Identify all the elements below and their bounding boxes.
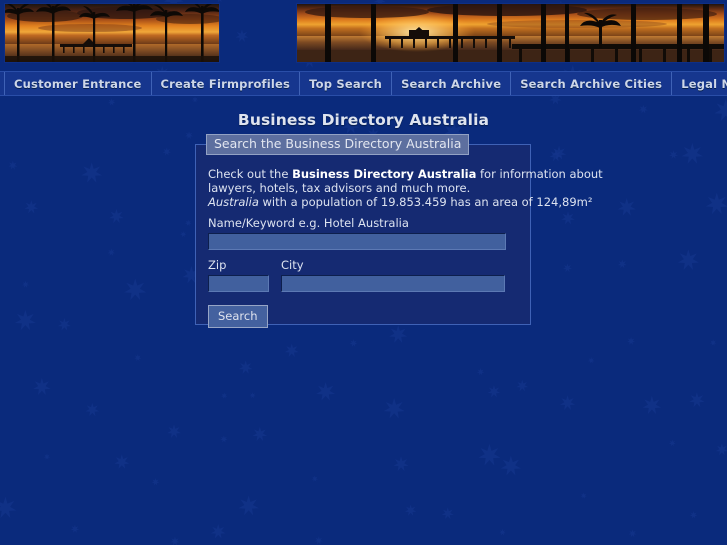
nav-top-search[interactable]: Top Search [300, 72, 393, 95]
intro-country-italic: Australia [208, 195, 259, 209]
nav-customer-entrance[interactable]: Customer Entrance [4, 72, 152, 95]
keyword-label: Name/Keyword e.g. Hotel Australia [208, 216, 409, 230]
intro-line-2: lawyers, hotels, tax advisors and much m… [208, 181, 471, 195]
intro-text-pre: Check out the [208, 167, 293, 181]
intro-line-1: Check out the Business Directory Austral… [208, 167, 603, 181]
search-panel-body: Check out the Business Directory Austral… [196, 145, 603, 338]
intro-country-stats: with a population of 19.853.459 has an a… [258, 195, 593, 209]
banner-image-right [296, 3, 725, 63]
nav-legal-notice[interactable]: Legal Notice [672, 72, 727, 95]
city-field-group: City [281, 258, 505, 292]
city-label: City [281, 258, 304, 272]
zip-field-group: Zip [208, 258, 269, 292]
intro-text-post: for information about [476, 167, 603, 181]
keyword-input[interactable] [208, 233, 506, 250]
intro-line-3: Australia with a population of 19.853.45… [208, 195, 592, 209]
search-panel-legend: Search the Business Directory Australia [206, 134, 470, 155]
header-banner-row [0, 0, 727, 68]
nav-search-archive[interactable]: Search Archive [392, 72, 512, 95]
nav-create-firmprofiles[interactable]: Create Firmprofiles [152, 72, 301, 95]
intro-text-bold: Business Directory Australia [292, 167, 477, 181]
nav-search-archive-cities[interactable]: Search Archive Cities [511, 72, 673, 95]
city-input[interactable] [281, 275, 505, 292]
zip-city-row: Zip City [208, 258, 518, 292]
zip-label: Zip [208, 258, 227, 272]
search-submit-button[interactable]: Search [208, 305, 268, 328]
page-title: Business Directory Australia [237, 111, 490, 130]
banner-image-left [4, 3, 220, 63]
search-panel: Search the Business Directory Australia … [195, 134, 603, 328]
main-navigation[interactable]: Customer Entrance Create Firmprofiles To… [0, 71, 727, 96]
zip-input[interactable] [208, 275, 269, 292]
